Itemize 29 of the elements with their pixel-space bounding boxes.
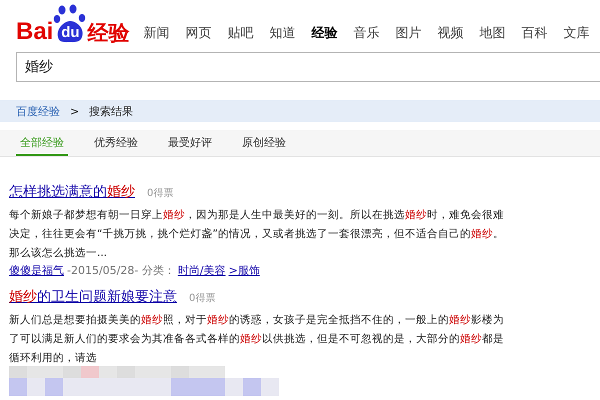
paw-logo: du (53, 4, 88, 44)
category-link[interactable]: >服饰 (228, 263, 260, 278)
search-field[interactable]: 婚纱 (16, 52, 600, 82)
nav-link[interactable]: 百科 (521, 24, 564, 44)
nav-link[interactable]: 贴吧 (227, 24, 270, 44)
nav-link[interactable]: 经验 (311, 24, 354, 44)
category-link[interactable]: 时尚/美容 (178, 263, 226, 278)
filter-tab[interactable]: 最受好评 (164, 130, 216, 156)
vote-count: 0得票 (189, 292, 216, 305)
breadcrumb-current: 搜索结果 (89, 104, 134, 118)
logo-text: 经验 (87, 23, 130, 44)
nav-link[interactable]: 图片 (395, 24, 438, 44)
result-snippet: 每个新娘子都梦想有朝一日穿上婚纱，因为那是人生中最美好的一刻。所以在挑选婚纱时，难免会很难决定，往往更会有“千挑万挑，挑个烂灯盏”的情况，又或者挑选了一套很漂亮，但不适合自己的婚纱。那么该怎么挑选一... (9, 208, 505, 261)
nav-link[interactable]: 知道 (269, 24, 312, 44)
vote-count: 0得票 (147, 187, 174, 200)
result-snippet: 新人们总是想要拍摄美美的婚纱照，对于婚纱的诱惑，女孩子是完全抵挡不住的，一般上的婚纱影楼为了可以满足新人们的要求会为其准备各式各样的婚纱以供挑选，但是不可忽视的是，大部分的婚纱都是循环利用的，请选 (9, 313, 505, 366)
breadcrumb-link[interactable]: 百度经验 (16, 104, 60, 118)
filter-tab[interactable]: 原创经验 (238, 130, 290, 156)
nav-link[interactable]: 新闻 (143, 24, 186, 44)
breadcrumb-separator: > (70, 104, 80, 118)
nav-link[interactable]: 音乐 (353, 24, 396, 44)
result-date: -2015/05/28- 分类： (67, 263, 175, 278)
nav-link[interactable]: 视频 (437, 24, 480, 44)
filter-tab[interactable]: 优秀经验 (90, 130, 142, 156)
author-link[interactable]: 傻傻是福气 (9, 263, 64, 278)
nav-link[interactable]: 地图 (479, 24, 522, 44)
nav-link[interactable]: 网页 (185, 24, 228, 44)
nav-link[interactable]: 文库 (563, 24, 600, 44)
logo-text: Bai (16, 20, 54, 44)
